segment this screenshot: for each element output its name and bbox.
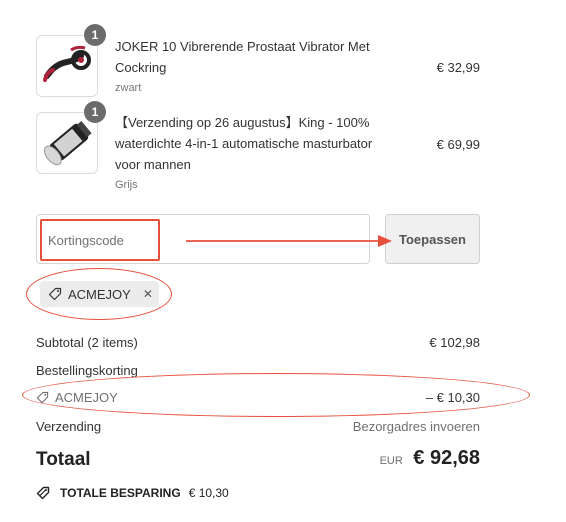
product-name: JOKER 10 Vibrerende Prostaat Vibrator Me… [115,39,370,75]
arrow-right-icon [186,235,392,247]
total-savings: TOTALE BESPARING € 10,30 [36,486,229,500]
subtotal-value: € 102,98 [429,335,480,350]
annotation-box [40,219,160,261]
product-price: € 32,99 [436,60,480,75]
annotation-ellipse [26,268,172,320]
product-name: 【Verzending op 26 augustus】King - 100% w… [115,115,373,172]
product-price: € 69,99 [436,137,480,152]
savings-label: TOTALE BESPARING [60,486,181,500]
total-value: € 92,68 [413,447,480,469]
product-variant: Grijs [115,179,138,191]
annotation-ellipse [22,373,530,417]
shipping-value: Bezorgadres invoeren [352,419,480,434]
total-label: Totaal [36,449,91,470]
product-variant: zwart [115,82,142,94]
quantity-badge: 1 [84,24,106,46]
tag-icon [36,486,50,500]
vibrator-image [43,45,91,82]
quantity-badge: 1 [84,101,106,123]
currency-code: EUR [379,455,403,467]
order-discount-label: Bestellingskorting [36,363,138,378]
shipping-label: Verzending [36,419,102,434]
total-amount: EUR € 92,68 [330,447,480,470]
apply-button-label: Toepassen [399,231,466,247]
savings-value: € 10,30 [188,486,229,500]
subtotal-label: Subtotal (2 items) [36,335,138,350]
masturbator-image [43,121,92,166]
